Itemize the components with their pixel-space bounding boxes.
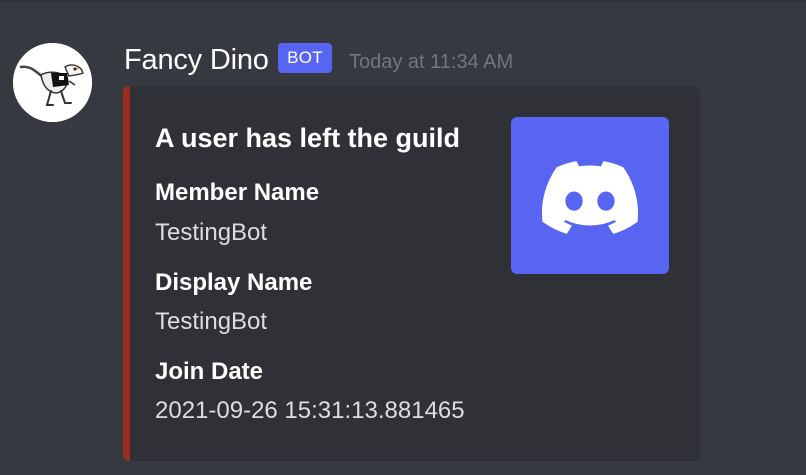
dinosaur-avatar-icon[interactable] <box>13 43 92 122</box>
bot-badge: BOT <box>278 43 332 73</box>
embed-card: A user has left the guild Member Name Te… <box>123 86 700 461</box>
embed-thumbnail[interactable] <box>511 117 669 274</box>
message-timestamp[interactable]: Today at 11:34 AM <box>349 51 513 74</box>
field-join-date-value: 2021-09-26 15:31:13.881465 <box>155 397 465 424</box>
embed-accent-bar <box>123 86 130 461</box>
field-join-date-label: Join Date <box>155 358 264 385</box>
field-member-name-label: Member Name <box>155 179 320 206</box>
field-member-name-value: TestingBot <box>155 219 268 246</box>
message-author[interactable]: Fancy Dino <box>124 44 269 77</box>
field-display-name-value: TestingBot <box>155 308 268 335</box>
embed-title: A user has left the guild <box>155 123 461 153</box>
chat-message: Fancy Dino BOT Today at 11:34 AM A user … <box>0 0 806 475</box>
field-display-name-label: Display Name <box>155 269 313 296</box>
discord-logo-icon <box>542 161 638 234</box>
